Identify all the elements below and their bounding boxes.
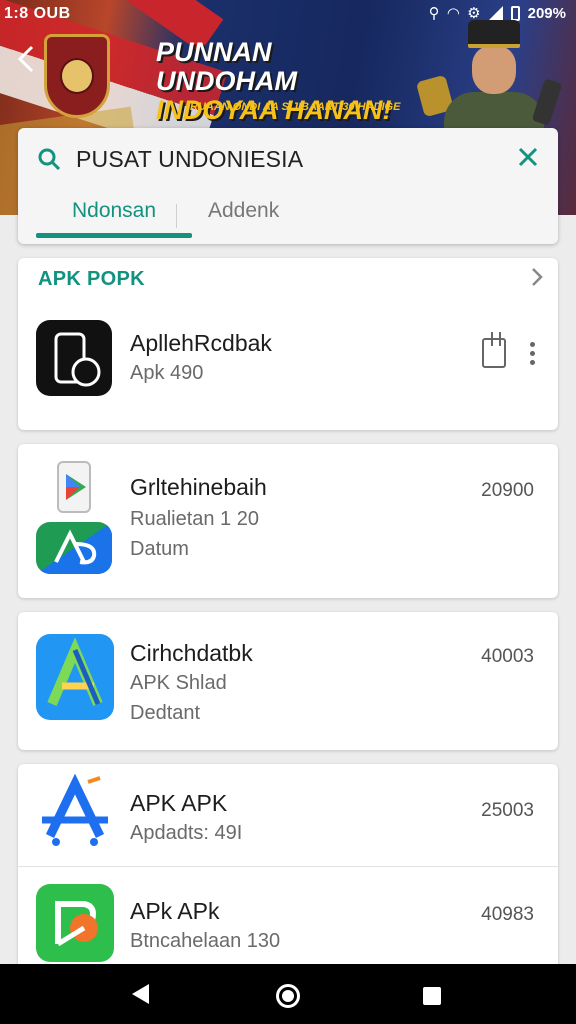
tab-divider [176,204,177,228]
app-meta: Btncahelaan 130 [130,930,281,952]
nav-recents-icon[interactable] [423,987,441,1005]
app-name[interactable]: Grltehinebaih [130,474,267,501]
banner-headline-line1: PUNNAN UNDOHAM [156,37,297,96]
officer-face [472,46,516,94]
search-icon [38,148,60,170]
app-meta: Apk 490 [130,362,204,384]
app-name[interactable]: APK APK [130,790,227,817]
app-name[interactable]: ApllehRcdbak [130,330,272,357]
app-meta: Rualietan 1 20 [130,508,259,530]
play-store-icon [44,458,104,518]
battery-icon [510,5,520,21]
back-button[interactable] [16,44,44,80]
emblem-logo [44,34,110,118]
banner-subline: RUAAN ONDI AA SIJIBAART 30 HADIGE [190,101,401,113]
app-count: 20900 [481,480,534,501]
officer-cap [468,20,520,48]
app-name[interactable]: Cirhchdatbk [130,640,253,667]
phone-icon [54,332,101,387]
officer-uniform [444,92,544,132]
app-list-card: APK APK Apdadts: 49I 25003 APk APk Btnca… [18,764,558,974]
share-icon[interactable] [482,332,506,368]
tab-bar: Ndonsan Addenk [18,192,558,244]
search-input[interactable]: PUSAT UNDONIESIA [76,146,303,173]
officer-illustration [415,20,570,132]
app-name[interactable]: APk APk [130,898,219,925]
battery-percent: 209% [527,4,566,22]
system-nav-bar [0,964,576,1024]
chevron-left-icon [17,45,34,73]
app-icon[interactable] [36,320,112,396]
app-count: 25003 [481,800,534,821]
tab-addenk[interactable]: Addenk [208,194,279,240]
app-card[interactable]: Cirhchdatbk APK Shlad Dedtant 40003 [18,612,558,750]
app-count: 40983 [481,904,534,925]
search-card: PUSAT UNDONIESIA Ndonsan Addenk [18,128,558,244]
app-count: 40003 [481,646,534,667]
status-time: 1:8 OUB [4,5,71,22]
app-card[interactable]: Grltehinebaih Rualietan 1 20 Datum 20900 [18,444,558,598]
more-vert-icon[interactable] [530,342,536,368]
app-icon[interactable] [36,884,114,962]
app-icon [36,522,112,574]
section-title: APK POPK [38,268,145,290]
app-section-card: APK POPK ApllehRcdbak Apk 490 [18,258,558,430]
app-meta: Datum [130,538,189,560]
close-icon[interactable] [516,146,540,170]
app-icon [36,634,114,720]
app-meta: Apdadts: 49I [130,822,243,844]
nav-back-icon[interactable] [132,984,149,1004]
search-row[interactable]: PUSAT UNDONIESIA [18,128,558,192]
row-divider [18,866,558,867]
nav-home-icon[interactable] [276,984,300,1008]
emblem-center [60,58,94,94]
device-prop [531,78,563,126]
chevron-right-icon[interactable] [530,264,544,295]
app-meta: APK Shlad [130,672,227,694]
app-icon[interactable] [38,774,112,848]
tab-ndonsan[interactable]: Ndonsan [36,194,192,240]
app-meta: Dedtant [130,702,201,724]
signal-icon [488,6,503,20]
